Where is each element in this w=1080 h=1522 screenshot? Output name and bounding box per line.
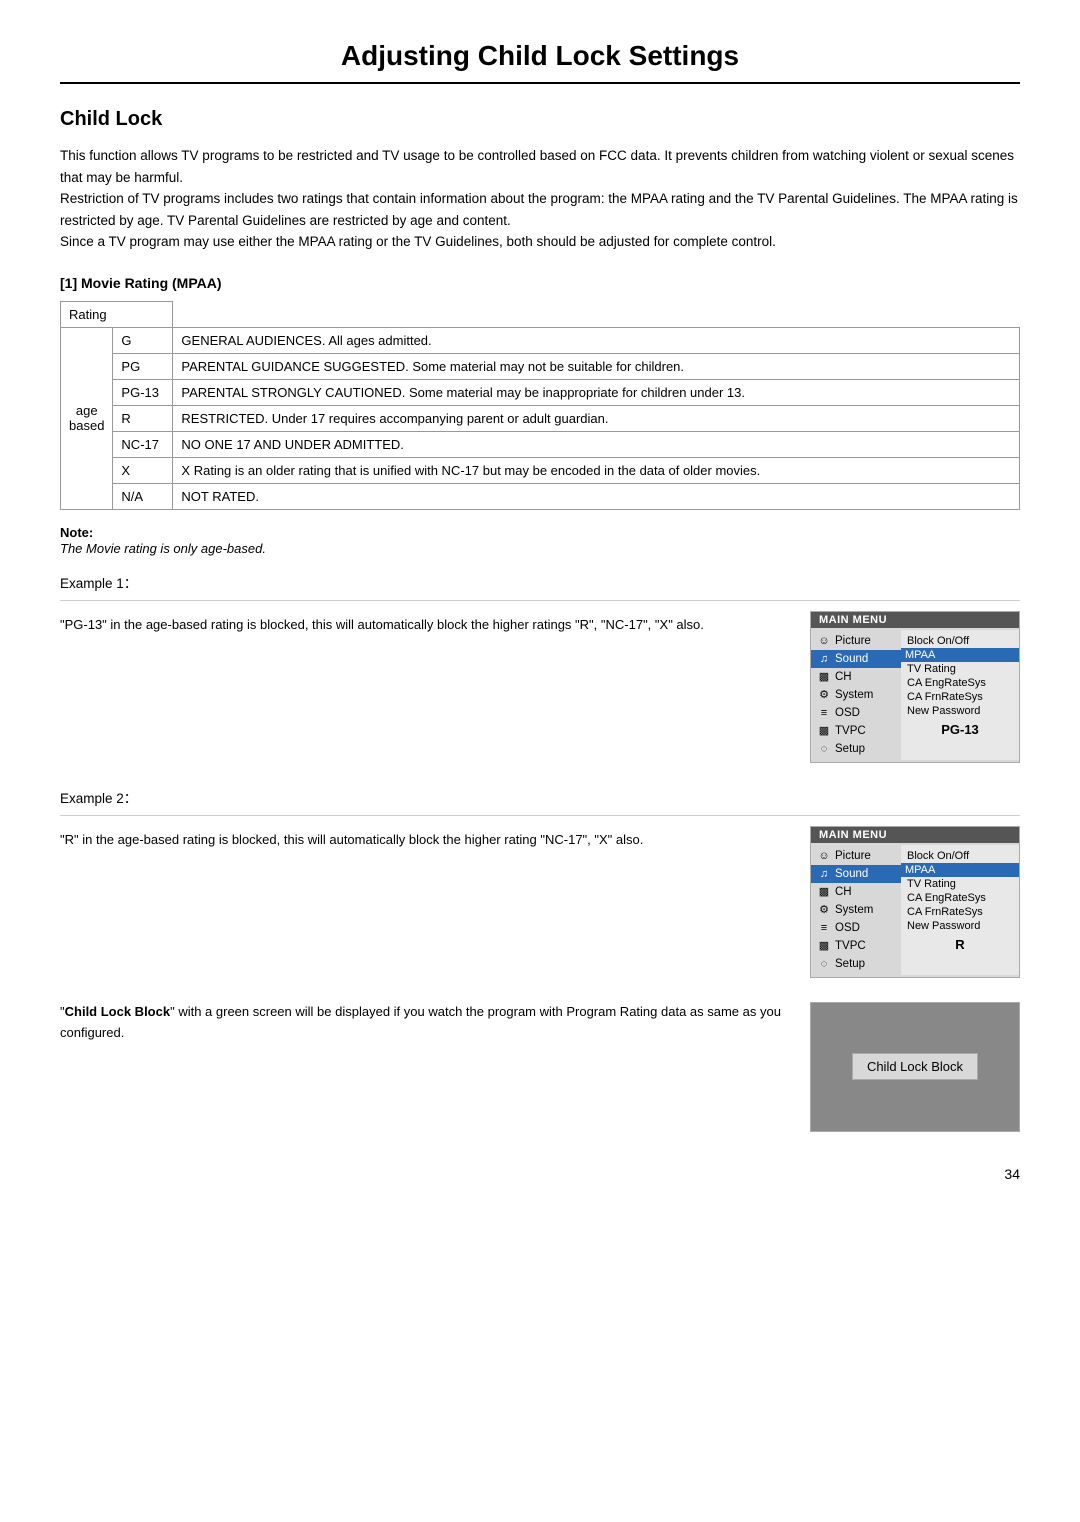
menu1-right-mpaa[interactable]: MPAA	[901, 648, 1019, 662]
setup2-icon: ◌	[817, 957, 831, 971]
note-section: Note: The Movie rating is only age-based…	[60, 524, 1020, 556]
example2-label: Example 2：	[60, 787, 1020, 807]
page-title: Adjusting Child Lock Settings	[60, 40, 1020, 84]
menu1-item-osd[interactable]: ≡ OSD	[811, 704, 901, 722]
picture-icon: ☺	[817, 634, 831, 648]
example1-label: Example 1：	[60, 572, 1020, 592]
tvpc-icon: ▩	[817, 724, 831, 738]
picture2-icon: ☺	[817, 849, 831, 863]
menu2-item-osd[interactable]: ≡ OSD	[811, 919, 901, 937]
menu1-item-ch[interactable]: ▩ CH	[811, 668, 901, 686]
menu2-item-ch[interactable]: ▩ CH	[811, 883, 901, 901]
ch2-icon: ▩	[817, 885, 831, 899]
child-lock-block-display: Child Lock Block	[810, 1002, 1020, 1132]
system-icon: ⚙	[817, 688, 831, 702]
table-row: PG-13 PARENTAL STRONGLY CAUTIONED. Some …	[61, 379, 1020, 405]
menu2-right: Block On/Off MPAA TV Rating CA EngRateSy…	[901, 845, 1019, 975]
menu1-right-blockonoff[interactable]: Block On/Off	[907, 634, 1013, 648]
menu2-item-sound[interactable]: ♫ Sound	[811, 865, 901, 883]
section-title: Child Lock	[60, 108, 1020, 131]
menu2-item-system[interactable]: ⚙ System	[811, 901, 901, 919]
page-number: 34	[1004, 1166, 1020, 1182]
menu1-header: MAIN MENU	[811, 612, 1019, 628]
ch-icon: ▩	[817, 670, 831, 684]
menu1-right-caeng[interactable]: CA EngRateSys	[907, 676, 1013, 690]
menu1-right-cafrn[interactable]: CA FrnRateSys	[907, 690, 1013, 704]
table-row: agebased G GENERAL AUDIENCES. All ages a…	[61, 327, 1020, 353]
menu1-right-newpwd[interactable]: New Password	[907, 704, 1013, 718]
table-row: NC-17 NO ONE 17 AND UNDER ADMITTED.	[61, 431, 1020, 457]
menu2-right-blockonoff[interactable]: Block On/Off	[907, 849, 1013, 863]
example2-container: "R" in the age-based rating is blocked, …	[60, 826, 1020, 978]
sound2-icon: ♫	[817, 867, 831, 881]
example2-text: "R" in the age-based rating is blocked, …	[60, 826, 790, 851]
menu2-right-cafrn[interactable]: CA FrnRateSys	[907, 905, 1013, 919]
setup-icon: ◌	[817, 742, 831, 756]
rating-table: Rating agebased G GENERAL AUDIENCES. All…	[60, 301, 1020, 510]
example1-menu: MAIN MENU ☺ Picture ♫ Sound ▩ CH	[810, 611, 1020, 763]
table-row: PG PARENTAL GUIDANCE SUGGESTED. Some mat…	[61, 353, 1020, 379]
osd-icon: ≡	[817, 706, 831, 720]
menu2-header: MAIN MENU	[811, 827, 1019, 843]
note-text: The Movie rating is only age-based.	[60, 541, 266, 556]
page-container: Adjusting Child Lock Settings Child Lock…	[0, 0, 1080, 1212]
example1-container: "PG-13" in the age-based rating is block…	[60, 611, 1020, 763]
table-row: X X Rating is an older rating that is un…	[61, 457, 1020, 483]
subsection-title: [1] Movie Rating (MPAA)	[60, 275, 1020, 291]
menu2-right-mpaa[interactable]: MPAA	[901, 863, 1019, 877]
menu2-right-newpwd[interactable]: New Password	[907, 919, 1013, 933]
child-lock-block-label: Child Lock Block	[852, 1053, 978, 1080]
menu1-right: Block On/Off MPAA TV Rating CA EngRateSy…	[901, 630, 1019, 760]
menu1-item-sound[interactable]: ♫ Sound	[811, 650, 901, 668]
child-lock-block-section: "Child Lock Block" with a green screen w…	[60, 1002, 1020, 1132]
intro-text: This function allows TV programs to be r…	[60, 145, 1020, 253]
menu1-item-picture[interactable]: ☺ Picture	[811, 632, 901, 650]
example2-menu: MAIN MENU ☺ Picture ♫ Sound ▩ CH	[810, 826, 1020, 978]
sound-icon: ♫	[817, 652, 831, 666]
note-label: Note:	[60, 525, 93, 540]
menu2-right-caeng[interactable]: CA EngRateSys	[907, 891, 1013, 905]
menu2-left: ☺ Picture ♫ Sound ▩ CH ⚙ System	[811, 845, 901, 975]
menu1-right-tvrating[interactable]: TV Rating	[907, 662, 1013, 676]
tvpc2-icon: ▩	[817, 939, 831, 953]
menu1-item-tvpc[interactable]: ▩ TVPC	[811, 722, 901, 740]
child-lock-bold: Child Lock Block	[65, 1004, 170, 1019]
menu2-right-tvrating[interactable]: TV Rating	[907, 877, 1013, 891]
menu1-left: ☺ Picture ♫ Sound ▩ CH ⚙ System	[811, 630, 901, 760]
table-row: R RESTRICTED. Under 17 requires accompan…	[61, 405, 1020, 431]
menu1-item-system[interactable]: ⚙ System	[811, 686, 901, 704]
menu1-item-setup[interactable]: ◌ Setup	[811, 740, 901, 758]
example1-text: "PG-13" in the age-based rating is block…	[60, 611, 790, 636]
menu2-item-picture[interactable]: ☺ Picture	[811, 847, 901, 865]
menu1-pg-value: PG-13	[907, 718, 1013, 739]
menu2-r-value: R	[907, 933, 1013, 954]
system2-icon: ⚙	[817, 903, 831, 917]
osd2-icon: ≡	[817, 921, 831, 935]
table-row: N/A NOT RATED.	[61, 483, 1020, 509]
child-lock-block-text: "Child Lock Block" with a green screen w…	[60, 1002, 790, 1044]
menu2-item-tvpc[interactable]: ▩ TVPC	[811, 937, 901, 955]
menu2-item-setup[interactable]: ◌ Setup	[811, 955, 901, 973]
